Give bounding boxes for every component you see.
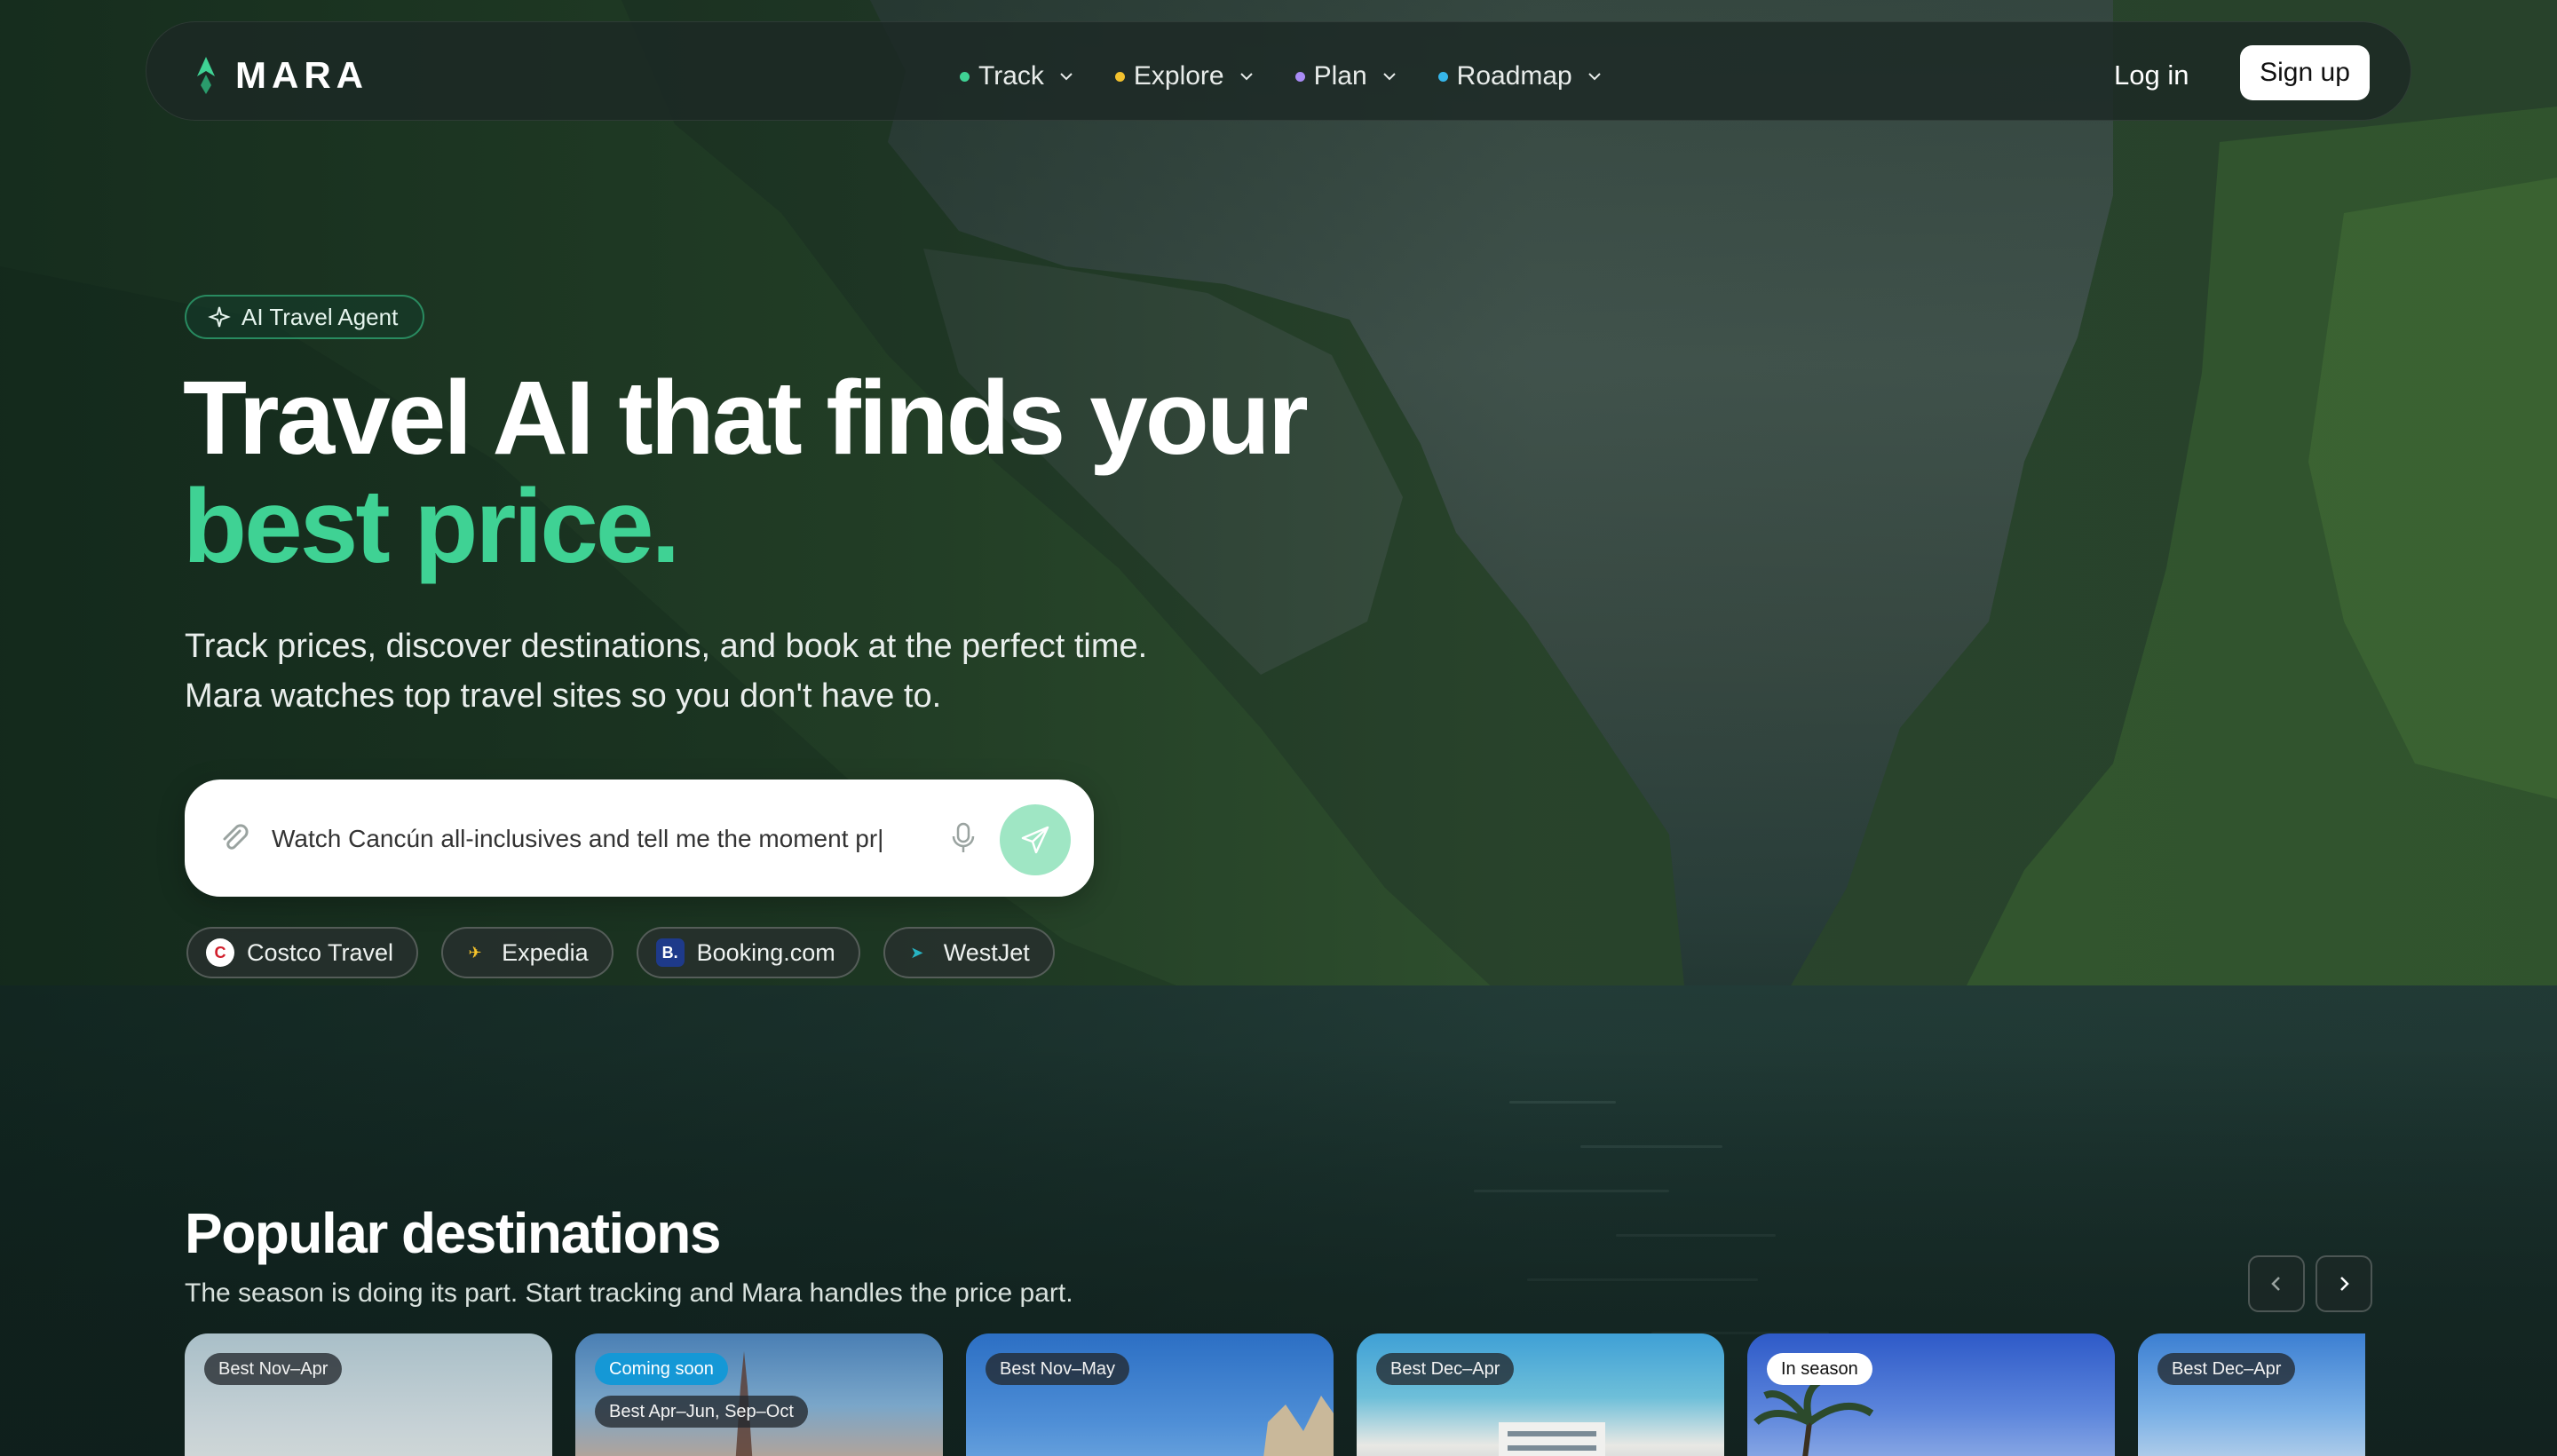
chevron-down-icon <box>1588 73 1601 81</box>
chevron-down-icon <box>1060 73 1073 81</box>
microphone-icon[interactable] <box>948 820 978 856</box>
site-chip-booking[interactable]: B. Booking.com <box>636 927 860 978</box>
chevron-left-icon <box>2271 1277 2280 1291</box>
season-tag: Best Nov–Apr <box>204 1353 343 1385</box>
westjet-icon: ➤ <box>910 943 924 961</box>
badge-label: AI Travel Agent <box>241 303 399 330</box>
nav-item-roadmap[interactable]: Roadmap <box>1437 61 1603 91</box>
nav-item-plan[interactable]: Plan <box>1294 61 1397 91</box>
site-chip-label: Expedia <box>502 938 589 966</box>
nav-item-label: Track <box>978 61 1044 91</box>
destination-card[interactable]: Best Dec–Apr <box>2138 1333 2365 1456</box>
costco-icon: C <box>206 938 234 967</box>
leaf-logo-icon <box>197 57 215 94</box>
booking-icon: B. <box>655 938 685 967</box>
season-tag: Best Apr–Jun, Sep–Oct <box>595 1396 808 1428</box>
partner-sites: C Costco Travel ✈ Expedia B. Booking.com… <box>186 927 1055 978</box>
carousel-prev-button[interactable] <box>2248 1255 2305 1312</box>
destination-carousel: Best Nov–Apr Coming soon Best Apr–Jun, S… <box>185 1333 2365 1456</box>
status-dot-icon <box>1114 71 1125 82</box>
nav-item-track[interactable]: Track <box>960 61 1074 91</box>
status-dot-icon <box>1437 71 1448 82</box>
nav-item-label: Plan <box>1313 61 1367 91</box>
destination-card[interactable]: Best Nov–May <box>966 1333 1334 1456</box>
nav-item-explore[interactable]: Explore <box>1114 61 1255 91</box>
site-chip-westjet[interactable]: ➤ WestJet <box>883 927 1055 978</box>
search-input[interactable] <box>270 811 1046 866</box>
main-menu: Track Explore Plan Roadmap <box>960 61 1603 91</box>
search-box <box>185 779 1094 897</box>
send-button[interactable] <box>1000 804 1071 875</box>
status-dot-icon <box>960 71 970 82</box>
site-chip-costco[interactable]: C Costco Travel <box>186 927 419 978</box>
expedia-icon: ✈ <box>468 943 482 961</box>
top-navbar: MARA Track Explore Plan Roadmap Log in S… <box>146 21 2411 121</box>
brand-name: MARA <box>235 54 368 96</box>
send-icon <box>1021 826 1049 854</box>
signup-button[interactable]: Sign up <box>2240 45 2370 100</box>
hero-title-line1: Travel AI that finds your <box>183 360 1309 477</box>
chevron-down-icon <box>1382 73 1396 81</box>
hero-subtitle: Track prices, discover destinations, and… <box>185 628 1148 715</box>
site-chip-expedia[interactable]: ✈ Expedia <box>441 927 614 978</box>
site-chip-label: WestJet <box>943 938 1030 966</box>
site-chip-label: Booking.com <box>696 938 835 966</box>
season-tag: Best Dec–Apr <box>2157 1353 2296 1385</box>
carousel-next-button[interactable] <box>2316 1255 2372 1312</box>
season-tag: Best Dec–Apr <box>1376 1353 1515 1385</box>
ai-agent-badge: AI Travel Agent <box>185 295 425 339</box>
in-season-badge: In season <box>1767 1353 1872 1385</box>
destination-card[interactable]: Best Dec–Apr <box>1357 1333 1724 1456</box>
nav-item-label: Explore <box>1133 61 1224 91</box>
rock-arch-illustration <box>1263 1396 1334 1456</box>
sparkle-icon <box>208 306 231 328</box>
login-link[interactable]: Log in <box>2114 59 2189 91</box>
brand-logo[interactable]: MARA <box>196 54 368 97</box>
chevron-down-icon <box>1239 73 1253 81</box>
destination-card[interactable]: Best Nov–Apr <box>185 1333 552 1456</box>
chevron-right-icon <box>2340 1277 2349 1291</box>
nav-item-label: Roadmap <box>1456 61 1572 91</box>
coming-soon-badge: Coming soon <box>595 1353 728 1385</box>
section-subtitle: The season is doing its part. Start trac… <box>185 1278 1073 1308</box>
section-title: Popular destinations <box>185 1201 721 1265</box>
destination-card[interactable]: Coming soon Best Apr–Jun, Sep–Oct <box>575 1333 943 1456</box>
hotel-illustration <box>1499 1422 1605 1456</box>
site-chip-label: Costco Travel <box>247 938 394 966</box>
hero-title-line2: best price. <box>183 468 680 585</box>
destination-card[interactable]: In season <box>1747 1333 2115 1456</box>
paperclip-icon[interactable] <box>217 820 252 856</box>
season-tag: Best Nov–May <box>986 1353 1130 1385</box>
status-dot-icon <box>1294 71 1305 82</box>
